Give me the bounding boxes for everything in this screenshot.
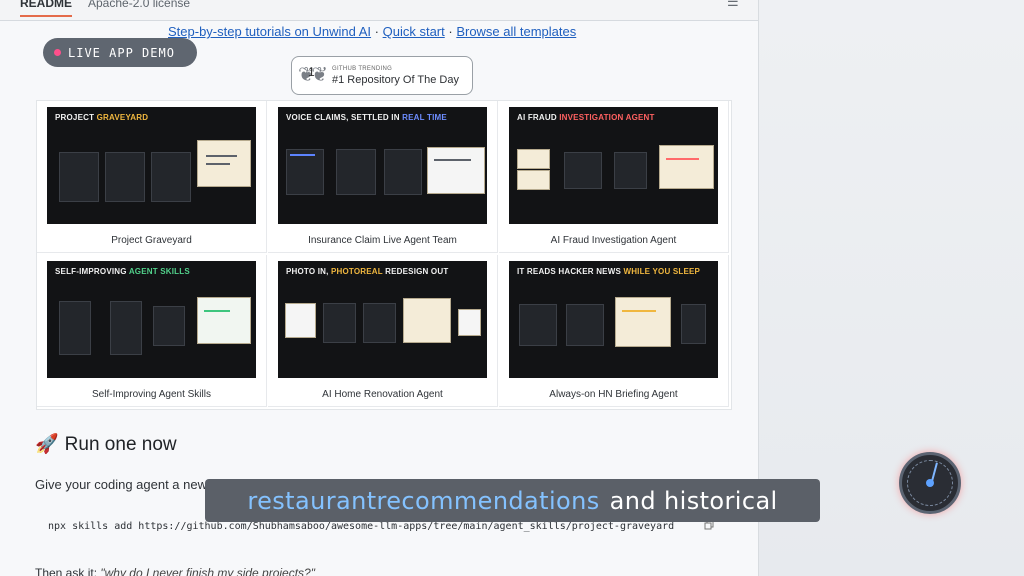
section-heading: 🚀 Run one now <box>35 432 177 456</box>
thumbnail-title: Project Graveyard <box>55 113 149 122</box>
trending-label: GITHUB TRENDING <box>332 65 393 72</box>
instruction-text: Give your coding agent a new <box>35 477 207 492</box>
tutorials-link[interactable]: Step-by-step tutorials on Unwind AI <box>168 24 371 39</box>
gauge-hub <box>926 479 934 487</box>
tutorial-links: Step-by-step tutorials on Unwind AI · Qu… <box>168 24 576 39</box>
link-separator: · <box>371 24 383 39</box>
section-title: Run one now <box>64 434 177 455</box>
caption-text: and historical <box>609 486 778 515</box>
template-card[interactable]: It reads Hacker News while you sleep Alw… <box>499 255 729 407</box>
template-thumbnail[interactable]: Project Graveyard <box>47 107 256 224</box>
live-indicator-icon <box>54 49 61 56</box>
template-grid: Project Graveyard Project Graveyard Voic… <box>36 100 732 410</box>
template-card[interactable]: Self-improving agent skills Self-Improvi… <box>37 255 267 407</box>
thumbnail-title: Photo in, photoreal redesign out <box>286 267 449 276</box>
thumbnail-title: It reads Hacker News while you sleep <box>517 267 701 276</box>
ask-quote: "why do I never finish my side projects?… <box>100 566 315 576</box>
install-command[interactable]: npx skills add https://github.com/Shubha… <box>48 521 674 532</box>
github-trending-badge: ❦ 1 ❦ GITHUB TRENDING #1 Repository Of The… <box>291 56 473 95</box>
template-card[interactable]: Voice claims, settled in real time Insur… <box>268 101 498 253</box>
template-caption[interactable]: Project Graveyard <box>37 235 266 246</box>
tab-license[interactable]: Apache-2.0 license <box>88 0 190 10</box>
live-badge-label: LIVE APP DEMO <box>68 45 175 60</box>
caption-highlight: restaurantrecommendations <box>247 486 600 515</box>
template-caption[interactable]: Insurance Claim Live Agent Team <box>268 235 497 246</box>
template-caption[interactable]: Self-Improving Agent Skills <box>37 389 266 400</box>
thumbnail-title: Self-improving agent skills <box>55 267 190 276</box>
quick-start-link[interactable]: Quick start <box>383 24 445 39</box>
template-card[interactable]: AI Fraud Investigation Agent AI Fraud In… <box>499 101 729 253</box>
browse-templates-link[interactable]: Browse all templates <box>456 24 576 39</box>
template-thumbnail[interactable]: AI Fraud Investigation Agent <box>509 107 718 224</box>
ask-prefix: Then ask it: <box>35 566 101 576</box>
template-thumbnail[interactable]: Photo in, photoreal redesign out <box>278 261 487 378</box>
ask-instruction: Then ask it: "why do I never finish my s… <box>35 566 315 576</box>
template-thumbnail[interactable]: It reads Hacker News while you sleep <box>509 261 718 378</box>
link-separator: · <box>444 24 457 39</box>
template-thumbnail[interactable]: Voice claims, settled in real time <box>278 107 487 224</box>
rocket-icon: 🚀 <box>35 434 59 455</box>
trending-title: #1 Repository Of The Day <box>332 73 459 86</box>
template-thumbnail[interactable]: Self-improving agent skills <box>47 261 256 378</box>
gauge-icon[interactable] <box>899 452 961 514</box>
live-app-demo-badge[interactable]: LIVE APP DEMO <box>43 38 197 67</box>
tab-readme[interactable]: README <box>20 0 73 17</box>
caption-overlay: restaurantrecommendations and historical <box>205 479 820 522</box>
template-caption[interactable]: Always-on HN Briefing Agent <box>499 389 728 400</box>
template-card[interactable]: Project Graveyard Project Graveyard <box>37 101 267 253</box>
laurel-icon: ❦ 1 ❦ <box>298 64 328 86</box>
template-caption[interactable]: AI Fraud Investigation Agent <box>499 235 728 246</box>
thumbnail-title: Voice claims, settled in real time <box>286 113 447 122</box>
readme-tabs: README Apache-2.0 license ☰ <box>0 0 758 21</box>
template-caption[interactable]: AI Home Renovation Agent <box>268 389 497 400</box>
template-card[interactable]: Photo in, photoreal redesign out AI Home… <box>268 255 498 407</box>
thumbnail-title: AI Fraud Investigation Agent <box>517 113 655 122</box>
list-icon[interactable]: ☰ <box>727 0 739 10</box>
